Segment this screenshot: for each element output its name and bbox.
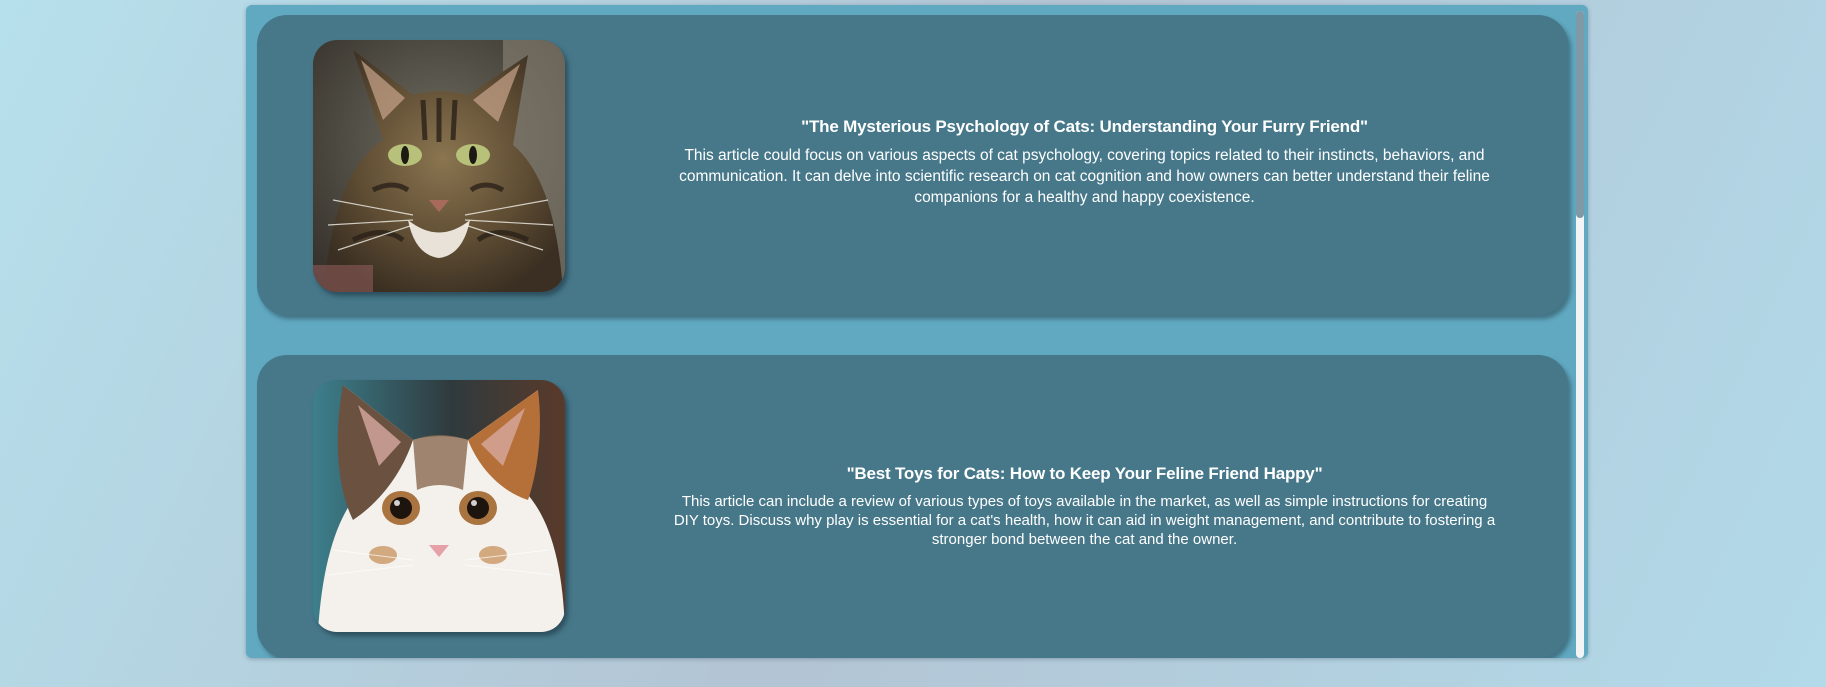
article-title[interactable]: "The Mysterious Psychology of Cats: Unde… <box>647 117 1522 137</box>
tabby-cat-photo <box>313 40 565 292</box>
article-text: "Best Toys for Cats: How to Keep Your Fe… <box>647 464 1522 549</box>
calico-kitten-photo <box>313 380 565 632</box>
scrollbar-thumb[interactable] <box>1576 11 1584 218</box>
article-description: This article could focus on various aspe… <box>679 147 1490 206</box>
article-text: "The Mysterious Psychology of Cats: Unde… <box>647 117 1522 208</box>
article-title[interactable]: "Best Toys for Cats: How to Keep Your Fe… <box>647 464 1522 484</box>
article-card[interactable]: "Best Toys for Cats: How to Keep Your Fe… <box>257 355 1568 658</box>
articles-panel: "The Mysterious Psychology of Cats: Unde… <box>246 5 1588 658</box>
article-description: This article can include a review of var… <box>673 493 1496 548</box>
article-card[interactable]: "The Mysterious Psychology of Cats: Unde… <box>257 15 1568 315</box>
scrollbar[interactable] <box>1576 11 1584 658</box>
